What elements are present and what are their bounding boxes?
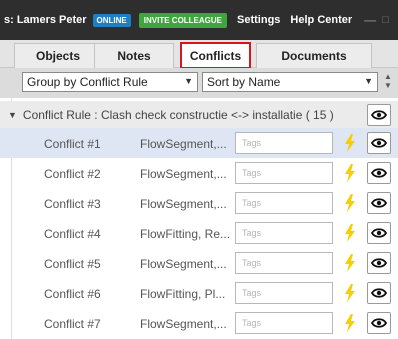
tags-input[interactable]: Tags <box>235 192 333 214</box>
conflict-name: Conflict #7 <box>44 317 101 331</box>
eye-icon <box>371 168 387 178</box>
lightning-bolt-icon[interactable] <box>344 164 356 182</box>
visibility-toggle-button[interactable] <box>367 252 391 274</box>
sort-ascending-icon[interactable]: ▲ <box>384 72 392 81</box>
visibility-toggle-button[interactable] <box>367 162 391 184</box>
conflict-row[interactable]: Conflict #1 FlowSegment,... Tags <box>0 128 398 158</box>
online-status-badge: ONLINE <box>92 13 131 27</box>
lightning-bolt-icon[interactable] <box>344 254 356 272</box>
group-by-value: Group by Conflict Rule <box>27 75 148 89</box>
help-center-menu[interactable]: Help Center <box>290 14 352 26</box>
eye-icon <box>371 198 387 208</box>
group-by-dropdown[interactable]: Group by Conflict Rule ▼ <box>22 72 198 92</box>
list-toolbar: Group by Conflict Rule ▼ Sort by Name ▼ … <box>0 68 398 98</box>
sort-by-value: Sort by Name <box>207 75 281 89</box>
conflict-name: Conflict #3 <box>44 197 101 211</box>
conflict-element-types: FlowSegment,... <box>140 197 227 211</box>
tab-bar: Objects Notes Conflicts Documents <box>0 40 398 69</box>
conflict-row[interactable]: Conflict #7 FlowSegment,... Tags <box>0 308 398 338</box>
sort-direction-control[interactable]: ▲ ▼ <box>382 72 394 94</box>
minimize-icon[interactable]: — <box>364 13 376 27</box>
chevron-down-icon: ▼ <box>184 76 193 86</box>
conflict-name: Conflict #1 <box>44 137 101 151</box>
conflict-name: Conflict #6 <box>44 287 101 301</box>
eye-icon <box>371 228 387 238</box>
lightning-bolt-icon[interactable] <box>344 314 356 332</box>
tab-conflicts[interactable]: Conflicts <box>180 42 251 69</box>
tab-documents[interactable]: Documents <box>256 43 372 68</box>
tags-input[interactable]: Tags <box>235 282 333 304</box>
tags-input[interactable]: Tags <box>235 162 333 184</box>
chevron-down-icon: ▼ <box>364 76 373 86</box>
collapse-caret-icon[interactable]: ▼ <box>8 110 17 120</box>
title-bar: s: Lamers Peter ONLINE INVITE COLLEAGUE … <box>0 0 398 40</box>
visibility-toggle-button[interactable] <box>367 222 391 244</box>
group-visibility-button[interactable] <box>367 104 391 126</box>
tab-objects[interactable]: Objects <box>14 43 102 68</box>
visibility-toggle-button[interactable] <box>367 192 391 214</box>
conflict-name: Conflict #2 <box>44 167 101 181</box>
conflict-element-types: FlowFitting, Re... <box>140 227 231 241</box>
conflict-name: Conflict #4 <box>44 227 101 241</box>
lightning-bolt-icon[interactable] <box>344 224 356 242</box>
invite-colleague-button[interactable]: INVITE COLLEAGUE <box>138 12 228 28</box>
eye-icon <box>371 318 387 328</box>
sort-descending-icon[interactable]: ▼ <box>384 81 392 90</box>
conflict-row[interactable]: Conflict #5 FlowSegment,... Tags <box>0 248 398 278</box>
settings-menu[interactable]: Settings <box>237 14 280 26</box>
conflict-rule-group-header[interactable]: ▼ Conflict Rule : Clash check constructi… <box>0 101 398 128</box>
conflict-element-types: FlowFitting, Pl... <box>140 287 226 301</box>
conflict-row[interactable]: Conflict #4 FlowFitting, Re... Tags <box>0 218 398 248</box>
tags-input[interactable]: Tags <box>235 312 333 334</box>
conflict-rule-label: Conflict Rule : Clash check constructie … <box>22 107 334 122</box>
maximize-icon[interactable]: □ <box>382 14 389 26</box>
conflict-element-types: FlowSegment,... <box>140 257 227 271</box>
visibility-toggle-button[interactable] <box>367 282 391 304</box>
visibility-toggle-button[interactable] <box>367 312 391 334</box>
conflict-row[interactable]: Conflict #2 FlowSegment,... Tags <box>0 158 398 188</box>
conflict-row[interactable]: Conflict #3 FlowSegment,... Tags <box>0 188 398 218</box>
lightning-bolt-icon[interactable] <box>344 194 356 212</box>
conflict-element-types: FlowSegment,... <box>140 167 227 181</box>
tags-input[interactable]: Tags <box>235 222 333 244</box>
conflict-name: Conflict #5 <box>44 257 101 271</box>
conflict-element-types: FlowSegment,... <box>140 137 227 151</box>
visibility-toggle-button[interactable] <box>367 132 391 154</box>
tab-notes[interactable]: Notes <box>94 43 174 68</box>
eye-icon <box>371 288 387 298</box>
tags-input[interactable]: Tags <box>235 132 333 154</box>
eye-icon <box>371 258 387 268</box>
eye-icon <box>371 138 387 148</box>
lightning-bolt-icon[interactable] <box>344 284 356 302</box>
eye-icon <box>371 110 387 120</box>
tags-input[interactable]: Tags <box>235 252 333 274</box>
conflict-element-types: FlowSegment,... <box>140 317 227 331</box>
user-name: s: Lamers Peter <box>4 14 87 26</box>
lightning-bolt-icon[interactable] <box>344 134 356 152</box>
conflict-row[interactable]: Conflict #6 FlowFitting, Pl... Tags <box>0 278 398 308</box>
sort-by-dropdown[interactable]: Sort by Name ▼ <box>202 72 378 92</box>
